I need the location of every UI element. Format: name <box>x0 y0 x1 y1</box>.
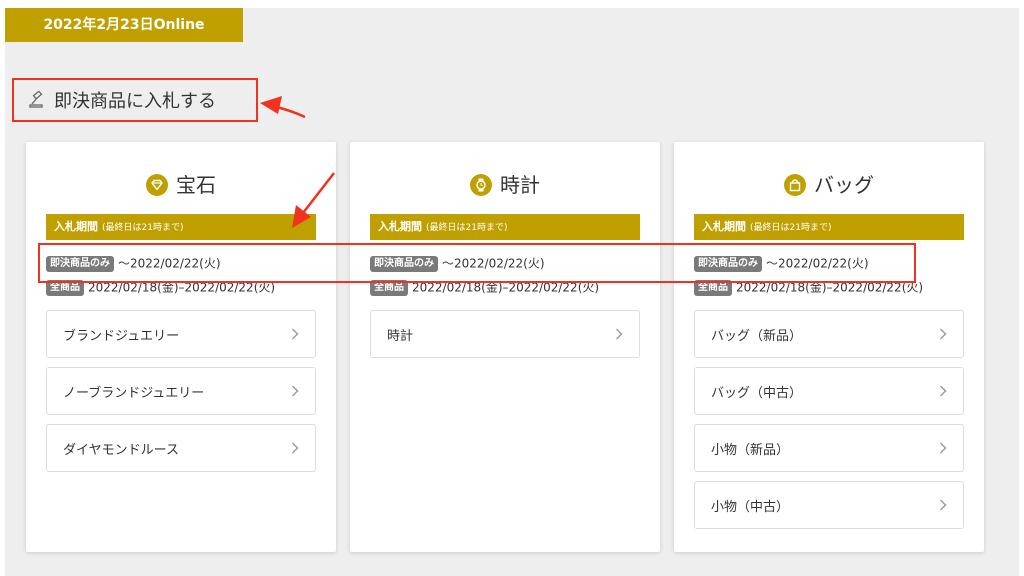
period-label: 入札期間 <box>54 220 98 233</box>
period-note: (最終日は21時まで) <box>102 223 184 233</box>
category-card-gems: 宝石 入札期間 (最終日は21時まで) 即決商品のみ 〜2022/02/22(火) … <box>26 142 336 552</box>
chevron-right-icon <box>616 328 623 340</box>
bid-period-bar: 入札期間 (最終日は21時まで) <box>46 214 316 240</box>
section-title-text: 即決商品に入札する <box>54 91 216 112</box>
subcategory-list: 時計 <box>370 310 640 367</box>
subcategory-link[interactable]: ブランドジュエリー <box>46 310 316 358</box>
watch-icon <box>470 173 492 196</box>
subcategory-link[interactable]: バッグ（新品） <box>694 310 964 358</box>
subcategory-list: ブランドジュエリー ノーブランドジュエリー ダイヤモンドルース <box>46 310 316 481</box>
subcategory-label: ダイヤモンドルース <box>63 442 179 458</box>
period-note: (最終日は21時まで) <box>750 223 832 233</box>
bid-period-bar: 入札期間 (最終日は21時まで) <box>370 214 640 240</box>
period-note: (最終日は21時まで) <box>426 223 508 233</box>
subcategory-label: 小物（中古） <box>711 499 790 515</box>
subcategory-link[interactable]: 小物（中古） <box>694 481 964 529</box>
subcategory-link[interactable]: ダイヤモンドルース <box>46 424 316 472</box>
subcategory-link[interactable]: 小物（新品） <box>694 424 964 472</box>
category-card-watches: 時計 入札期間 (最終日は21時まで) 即決商品のみ 〜2022/02/22(火) … <box>350 142 660 552</box>
period-label: 入札期間 <box>378 220 422 233</box>
gavel-icon <box>29 91 43 108</box>
chevron-right-icon <box>940 328 947 340</box>
chevron-right-icon <box>292 328 299 340</box>
section-title: 即決商品に入札する <box>12 78 258 122</box>
date-tab[interactable]: 2022年2月23日Online <box>5 8 243 42</box>
card-title: 時計 <box>500 173 540 197</box>
subcategory-link[interactable]: 時計 <box>370 310 640 358</box>
subcategory-label: ノーブランドジュエリー <box>63 385 205 401</box>
card-title: バッグ <box>814 173 874 197</box>
chevron-right-icon <box>940 499 947 511</box>
subcategory-label: ブランドジュエリー <box>63 328 180 344</box>
subcategory-list: バッグ（新品） バッグ（中古） 小物（新品） 小物（中古） <box>694 310 964 538</box>
annotation-highlight-box <box>38 243 916 283</box>
chevron-right-icon <box>940 442 947 454</box>
bag-icon <box>784 173 806 196</box>
gem-icon <box>146 173 168 196</box>
subcategory-label: バッグ（中古） <box>711 385 803 401</box>
subcategory-link[interactable]: バッグ（中古） <box>694 367 964 415</box>
card-heading: バッグ <box>674 170 984 200</box>
period-label: 入札期間 <box>702 220 746 233</box>
subcategory-label: 小物（新品） <box>711 442 790 458</box>
category-card-bags: バッグ 入札期間 (最終日は21時まで) 即決商品のみ 〜2022/02/22(火)… <box>674 142 984 552</box>
card-title: 宝石 <box>176 173 216 197</box>
chevron-right-icon <box>292 442 299 454</box>
chevron-right-icon <box>292 385 299 397</box>
subcategory-label: 時計 <box>387 328 414 344</box>
card-heading: 宝石 <box>26 170 336 200</box>
bid-period-bar: 入札期間 (最終日は21時まで) <box>694 214 964 240</box>
subcategory-link[interactable]: ノーブランドジュエリー <box>46 367 316 415</box>
chevron-right-icon <box>940 385 947 397</box>
subcategory-label: バッグ（新品） <box>711 328 803 344</box>
card-heading: 時計 <box>350 170 660 200</box>
